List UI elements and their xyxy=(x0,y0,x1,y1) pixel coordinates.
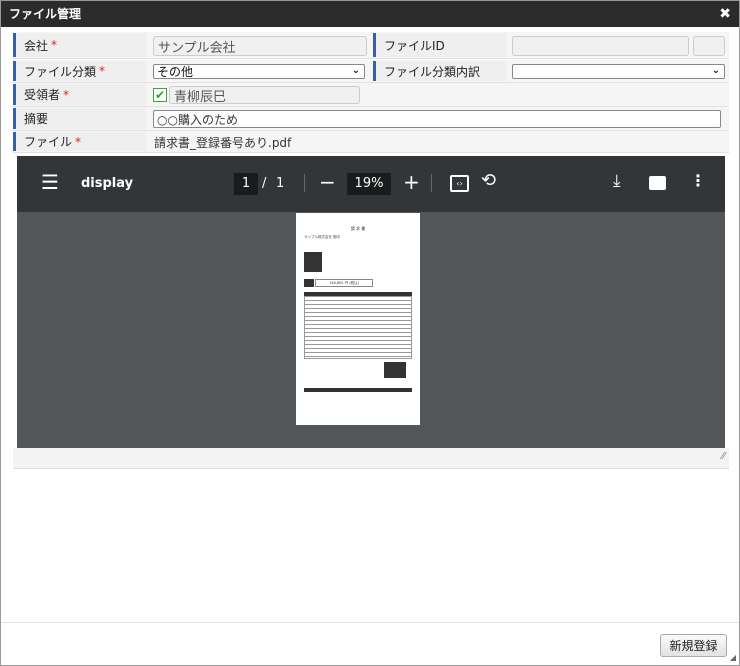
dialog-title: ファイル管理 xyxy=(9,7,82,21)
chevron-down-icon: ⌄ xyxy=(711,65,720,76)
pdf-toolbar: ☰ display 1 / 1 − 19% + ‹› ⟲ ⤓ ⋮ xyxy=(17,156,725,212)
rotate-icon[interactable]: ⟲ xyxy=(481,170,496,191)
recipient-label: 受領者 * xyxy=(13,84,146,105)
file-category-detail-label: ファイル分類内訳 xyxy=(373,61,506,81)
file-id-field[interactable] xyxy=(512,36,689,56)
row-summary: 摘要 ○○購入のため xyxy=(13,107,729,131)
print-icon[interactable] xyxy=(649,176,666,190)
viewer-resize-area: ⁄⁄ xyxy=(13,448,729,469)
summary-input[interactable]: ○○購入のため xyxy=(153,110,721,128)
menu-icon[interactable]: ☰ xyxy=(41,172,59,192)
dialog-titlebar[interactable]: ファイル管理 ✖ xyxy=(1,1,739,27)
dialog-resize-icon[interactable]: ◢ xyxy=(730,653,736,662)
file-category-label: ファイル分類 * xyxy=(13,61,146,81)
recipient-field[interactable]: 青柳辰巳 xyxy=(169,86,360,105)
doc-table xyxy=(304,296,412,359)
file-name[interactable]: 請求書_登録番号あり.pdf xyxy=(154,134,291,151)
file-id-label: ファイルID xyxy=(373,33,506,57)
company-field[interactable]: サンプル会社 xyxy=(153,36,367,56)
file-label: ファイル * xyxy=(13,132,146,151)
company-label: 会社 * xyxy=(13,33,146,57)
close-icon[interactable]: ✖ xyxy=(719,1,731,27)
resize-handle-icon[interactable]: ⁄⁄ xyxy=(722,451,725,462)
zoom-out-icon[interactable]: − xyxy=(319,170,336,194)
total-pages: 1 xyxy=(276,176,285,191)
zoom-in-icon[interactable]: + xyxy=(403,170,420,194)
file-category-select[interactable]: その他 ⌄ xyxy=(153,64,365,79)
row-company: 会社 * サンプル会社 ファイルID xyxy=(13,32,729,59)
file-id-button[interactable] xyxy=(693,36,725,56)
doc-block xyxy=(384,362,406,378)
doc-block xyxy=(304,279,314,287)
file-management-dialog: ファイル管理 ✖ 会社 * サンプル会社 ファイルID ファイル分類 * その他 ⌄ … xyxy=(0,0,740,666)
pdf-viewer: ☰ display 1 / 1 − 19% + ‹› ⟲ ⤓ ⋮ 請 求 書 サ… xyxy=(17,156,725,448)
page-input[interactable]: 1 xyxy=(234,173,258,195)
download-icon[interactable]: ⤓ xyxy=(613,171,621,191)
more-options-icon[interactable]: ⋮ xyxy=(690,171,706,190)
pdf-page: 請 求 書 サンプル株式会社 御中 146,600 円 (税込) xyxy=(296,213,420,425)
pdf-title: display xyxy=(81,176,134,191)
row-recipient: 受領者 * ✔ 青柳辰巳 xyxy=(13,83,729,107)
row-file: ファイル * 請求書_登録番号あり.pdf xyxy=(13,131,729,153)
file-category-detail-select[interactable]: ⌄ xyxy=(512,64,725,79)
chevron-down-icon: ⌄ xyxy=(351,65,360,76)
dialog-footer xyxy=(1,622,739,623)
summary-label: 摘要 xyxy=(13,108,146,129)
doc-block xyxy=(304,388,412,392)
doc-heading: 請 求 書 xyxy=(350,226,366,231)
doc-amount: 146,600 円 (税込) xyxy=(315,279,373,287)
row-file-category: ファイル分類 * その他 ⌄ ファイル分類内訳 ⌄ xyxy=(13,60,729,83)
page-separator: / xyxy=(262,176,267,191)
register-button[interactable]: 新規登録 xyxy=(660,634,727,657)
divider xyxy=(304,174,305,192)
doc-addressee: サンプル株式会社 御中 xyxy=(304,235,341,239)
divider xyxy=(431,174,432,192)
zoom-input[interactable]: 19% xyxy=(347,173,391,195)
fit-page-icon[interactable]: ‹› xyxy=(450,175,469,192)
recipient-checkbox[interactable]: ✔ xyxy=(153,88,167,102)
doc-block xyxy=(304,252,322,272)
